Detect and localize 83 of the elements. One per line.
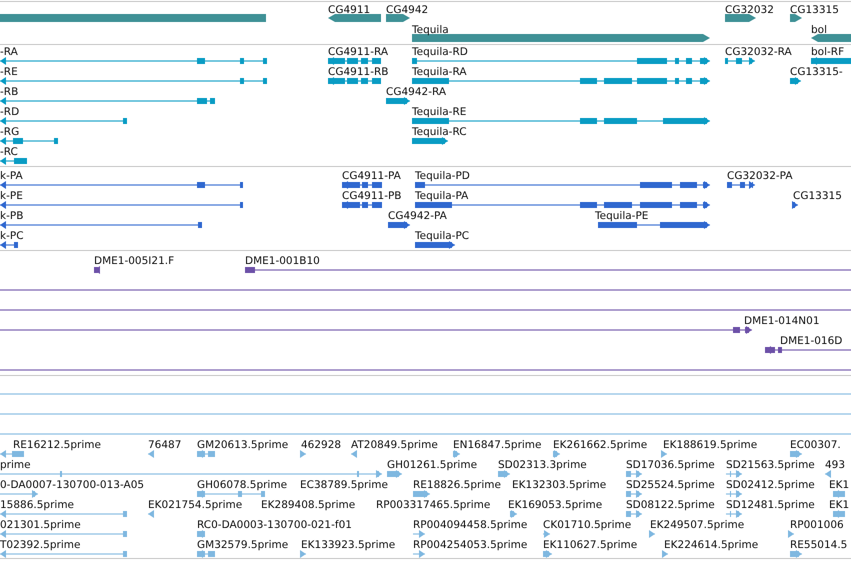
feature-label: SD08122.5prime [626, 499, 715, 511]
feature-label: Tequila-PE [595, 210, 648, 222]
feature-label: EK132303.5prime [512, 479, 606, 491]
feature-label: Tequila-RA [412, 66, 467, 78]
feature-label: 021301.5prime [0, 519, 81, 531]
feature-label: DME1-001B10 [245, 255, 320, 267]
feature-label: EK169053.5prime [508, 499, 602, 511]
feature-label: CG13315 [793, 190, 842, 202]
feature-label: DME1-016D [780, 335, 842, 347]
feature-label: Tequila [412, 24, 449, 36]
feature-label: CG4911-PA [342, 170, 401, 182]
feature-label: bol-RF [811, 46, 844, 58]
feature-label: RP004094458.5prime [413, 519, 528, 531]
feature-label: EK224614.5prime [664, 539, 758, 551]
feature-label: SD17036.5prime [626, 459, 715, 471]
feature-label: RP004254053.5prime [413, 539, 528, 551]
feature-label: RE16212.5prime [13, 439, 101, 451]
feature-label: EK261662.5prime [553, 439, 648, 451]
feature-label: CG4942-RA [386, 86, 446, 98]
feature-label: DME1-005I21.F [94, 255, 174, 267]
feature-label: 462928 [301, 439, 342, 451]
feature-label: AT20849.5prime [351, 439, 438, 451]
feature-label: RP001006 [790, 519, 844, 531]
feature-label: RP003317465.5prime [376, 499, 490, 511]
feature-label: EK289408.5prime [261, 499, 356, 511]
feature-label: Tequila-RE [412, 106, 466, 118]
feature-label: GM32579.5prime [197, 539, 288, 551]
feature-label: SD21563.5prime [726, 459, 815, 471]
feature-label: EC00307. [790, 439, 841, 451]
feature-label: EK133923.5prime [301, 539, 396, 551]
feature-label: RC0-DA0003-130700-021-f01 [197, 519, 352, 531]
feature-label: EK110627.5prime [543, 539, 638, 551]
feature-label: bol [811, 24, 828, 36]
feature-label: SD02313.3prime [498, 459, 587, 471]
feature-label: SD02412.5prime [726, 479, 815, 491]
feature-label: EK021754.5prime [148, 499, 242, 511]
feature-label: EN16847.5prime [453, 439, 542, 451]
feature-label: Tequila-PA [415, 190, 468, 202]
feature-label: k-PE [0, 190, 23, 202]
feature-label: GH06078.5prime [197, 479, 288, 491]
feature-label: EK1 [829, 499, 850, 511]
feature-label: CG4911 [328, 4, 370, 16]
feature-label: CG4942 [386, 4, 428, 16]
feature-label: CG4911-RA [328, 46, 388, 58]
feature-label: k-PA [0, 170, 23, 182]
feature-label: Tequila-PD [415, 170, 470, 182]
feature-label: GM20613.5prime [197, 439, 288, 451]
feature-label: GH01261.5prime [387, 459, 478, 471]
feature-label: -RB [0, 86, 18, 98]
feature-label: CK01710.5prime [543, 519, 632, 531]
feature-label: k-PB [0, 210, 24, 222]
feature-label: CG13315- [790, 66, 843, 78]
feature-label: 0-DA0007-130700-013-A05 [0, 479, 144, 491]
feature-label: EK249507.5prime [650, 519, 744, 531]
feature-label: -RD [0, 106, 20, 118]
feature-label: CG4942-PA [388, 210, 447, 222]
feature-label: EK1 [829, 479, 850, 491]
feature-label: -RC [0, 146, 18, 158]
feature-label: CG4911-RB [328, 66, 388, 78]
feature-label: CG32032 [725, 4, 774, 16]
feature-label: SD25524.5prime [626, 479, 715, 491]
feature-label: 15886.5prime [0, 499, 74, 511]
feature-label: CG32032-RA [725, 46, 792, 58]
feature-label: RE18826.5prime [413, 479, 501, 491]
feature-label: -RG [0, 126, 20, 138]
feature-label: DME1-014N01 [744, 315, 820, 327]
feature-label: CG13315 [790, 4, 839, 16]
feature-label: -RE [0, 66, 18, 78]
feature-label: Tequila-RD [412, 46, 468, 58]
feature-label: 493 [825, 459, 846, 471]
feature-label: Tequila-PC [415, 230, 470, 242]
feature-label: RE55014.5 [790, 539, 848, 551]
feature-label: CG32032-PA [727, 170, 793, 182]
feature-label: prime [0, 459, 31, 471]
feature-label: CG4911-PB [342, 190, 402, 202]
feature-label: Tequila-RC [412, 126, 467, 138]
feature-label: k-PC [0, 230, 24, 242]
feature-label: 76487 [148, 439, 182, 451]
feature-label: SD12481.5prime [726, 499, 815, 511]
feature-label: EK188619.5prime [663, 439, 758, 451]
feature-label: T02392.5prime [0, 539, 80, 551]
feature-label: -RA [0, 46, 18, 58]
feature-label: EC38789.5prime [300, 479, 388, 491]
